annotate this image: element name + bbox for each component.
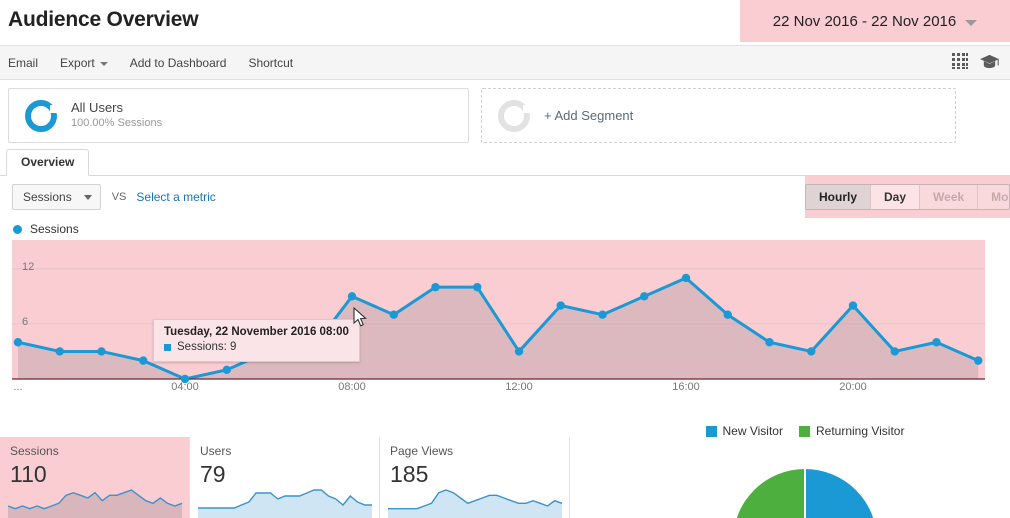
export-button[interactable]: Export <box>60 56 108 70</box>
y-axis-label: 12 <box>22 260 35 273</box>
segment-title: All Users <box>71 100 124 115</box>
graduation-cap-icon[interactable] <box>979 53 1000 70</box>
audience-overview-page: Audience Overview 22 Nov 2016 - 22 Nov 2… <box>0 0 1010 518</box>
metric-selector-row: Sessions VS Select a metric Hourly Day W… <box>0 176 1010 218</box>
add-segment-button[interactable]: + Add Segment <box>481 88 956 143</box>
segment-donut-icon <box>25 99 57 132</box>
chart-legend: Sessions <box>0 218 1010 240</box>
tooltip-value: Sessions: 9 <box>177 341 237 353</box>
metric-dropdown-label: Sessions <box>23 190 72 204</box>
metric-dropdown[interactable]: Sessions <box>12 184 101 210</box>
granularity-hourly-label: Hourly <box>819 190 858 204</box>
metric-card-page-views[interactable]: Page Views 185 <box>380 437 570 518</box>
tooltip-title: Tuesday, 22 November 2016 08:00 <box>164 326 349 338</box>
add-to-dashboard-label: Add to Dashboard <box>129 55 227 70</box>
pie-legend-swatch-new <box>705 425 717 437</box>
x-axis-label: 16:00 <box>672 381 700 393</box>
pie-legend-label-returning: Returning Visitor <box>815 424 905 438</box>
select-a-metric-link[interactable]: Select a metric <box>136 190 215 204</box>
metric-card-users[interactable]: Users 79 <box>190 437 380 518</box>
sparkline-users <box>198 489 372 518</box>
email-button[interactable]: Email <box>8 56 38 70</box>
granularity-day-label: Day <box>884 190 907 204</box>
metric-cards: Sessions 110 Users 79 Page Views 185 <box>0 437 580 518</box>
sessions-chart: 12 6... 04:00 08:00 12:00 16:00 20:00 <box>0 240 1010 393</box>
x-axis-label: 04:00 <box>171 381 199 393</box>
apps-grid-icon[interactable] <box>952 53 969 70</box>
shortcut-label: Shortcut <box>248 55 294 70</box>
granularity-highlight: Hourly Day Week Month <box>805 176 1010 218</box>
export-label: Export <box>60 55 95 70</box>
action-bar-right <box>952 53 1000 70</box>
pie-slice[interactable] <box>805 469 877 518</box>
tab-overview[interactable]: Overview <box>6 149 90 176</box>
pie-legend: New Visitor Returning Visitor <box>600 420 1010 442</box>
date-range-label: 22 Nov 2016 - 22 Nov 2016 <box>772 12 957 30</box>
tooltip-row: Sessions: 9 <box>164 340 349 355</box>
granularity-month: Month <box>978 185 1009 209</box>
granularity-week-label: Week <box>933 190 965 204</box>
chart-canvas[interactable] <box>0 240 1010 390</box>
add-to-dashboard-button[interactable]: Add to Dashboard <box>130 56 227 70</box>
page-title: Audience Overview <box>8 8 199 31</box>
pie-slice[interactable] <box>733 469 805 518</box>
metric-card-label: Page Views <box>390 444 454 458</box>
tab-overview-label: Overview <box>21 155 75 169</box>
segment-bar: All Users 100.00% Sessions + Add Segment <box>0 80 1010 150</box>
x-axis-label: 08:00 <box>338 381 366 393</box>
granularity-toggle-group: Hourly Day Week Month <box>805 184 1010 210</box>
sparkline-page-views <box>388 489 563 518</box>
x-axis-label: ... <box>13 381 23 393</box>
metric-card-label: Users <box>200 444 232 458</box>
pie-legend-swatch-returning <box>798 425 810 437</box>
legend-label-sessions: Sessions <box>30 222 79 236</box>
empty-donut-icon <box>498 99 530 132</box>
segment-subtitle: 100.00% Sessions <box>71 117 163 129</box>
chevron-down-icon <box>83 194 92 200</box>
new-vs-returning-panel: New Visitor Returning Visitor <box>600 420 1010 518</box>
x-axis-label: 20:00 <box>839 381 867 393</box>
pie-legend-item-new[interactable]: New Visitor <box>705 424 783 438</box>
sparkline-sessions <box>7 489 183 518</box>
chevron-down-icon <box>99 61 108 66</box>
metric-card-label: Sessions <box>10 444 59 458</box>
add-segment-label: + Add Segment <box>544 108 634 123</box>
granularity-hourly[interactable]: Hourly <box>806 185 872 209</box>
granularity-week: Week <box>920 185 979 209</box>
title-bar: Audience Overview 22 Nov 2016 - 22 Nov 2… <box>0 0 1010 46</box>
granularity-month-label: Month <box>991 190 1009 204</box>
chevron-down-icon <box>965 19 978 26</box>
pie-legend-label-new: New Visitor <box>722 424 783 438</box>
vs-label: VS <box>111 191 127 203</box>
chart-tooltip: Tuesday, 22 November 2016 08:00 Sessions… <box>153 319 360 362</box>
tooltip-series-swatch <box>164 344 171 351</box>
x-axis-label: 12:00 <box>505 381 533 393</box>
metric-card-sessions[interactable]: Sessions 110 <box>0 437 190 518</box>
visitor-pie-chart[interactable] <box>705 446 905 518</box>
granularity-day[interactable]: Day <box>871 185 921 209</box>
shortcut-button[interactable]: Shortcut <box>248 56 293 70</box>
date-range-picker[interactable]: 22 Nov 2016 - 22 Nov 2016 <box>769 11 981 32</box>
email-label: Email <box>8 55 39 70</box>
pie-legend-item-returning[interactable]: Returning Visitor <box>798 424 905 438</box>
segment-all-users[interactable]: All Users 100.00% Sessions <box>8 88 469 143</box>
y-axis-label: 6 <box>22 315 29 328</box>
legend-dot-sessions <box>13 224 22 234</box>
tab-bar: Overview <box>0 149 1010 176</box>
date-range-highlight: 22 Nov 2016 - 22 Nov 2016 <box>740 0 1010 42</box>
action-bar: Email Export Add to Dashboard Shortcut <box>0 46 1010 80</box>
